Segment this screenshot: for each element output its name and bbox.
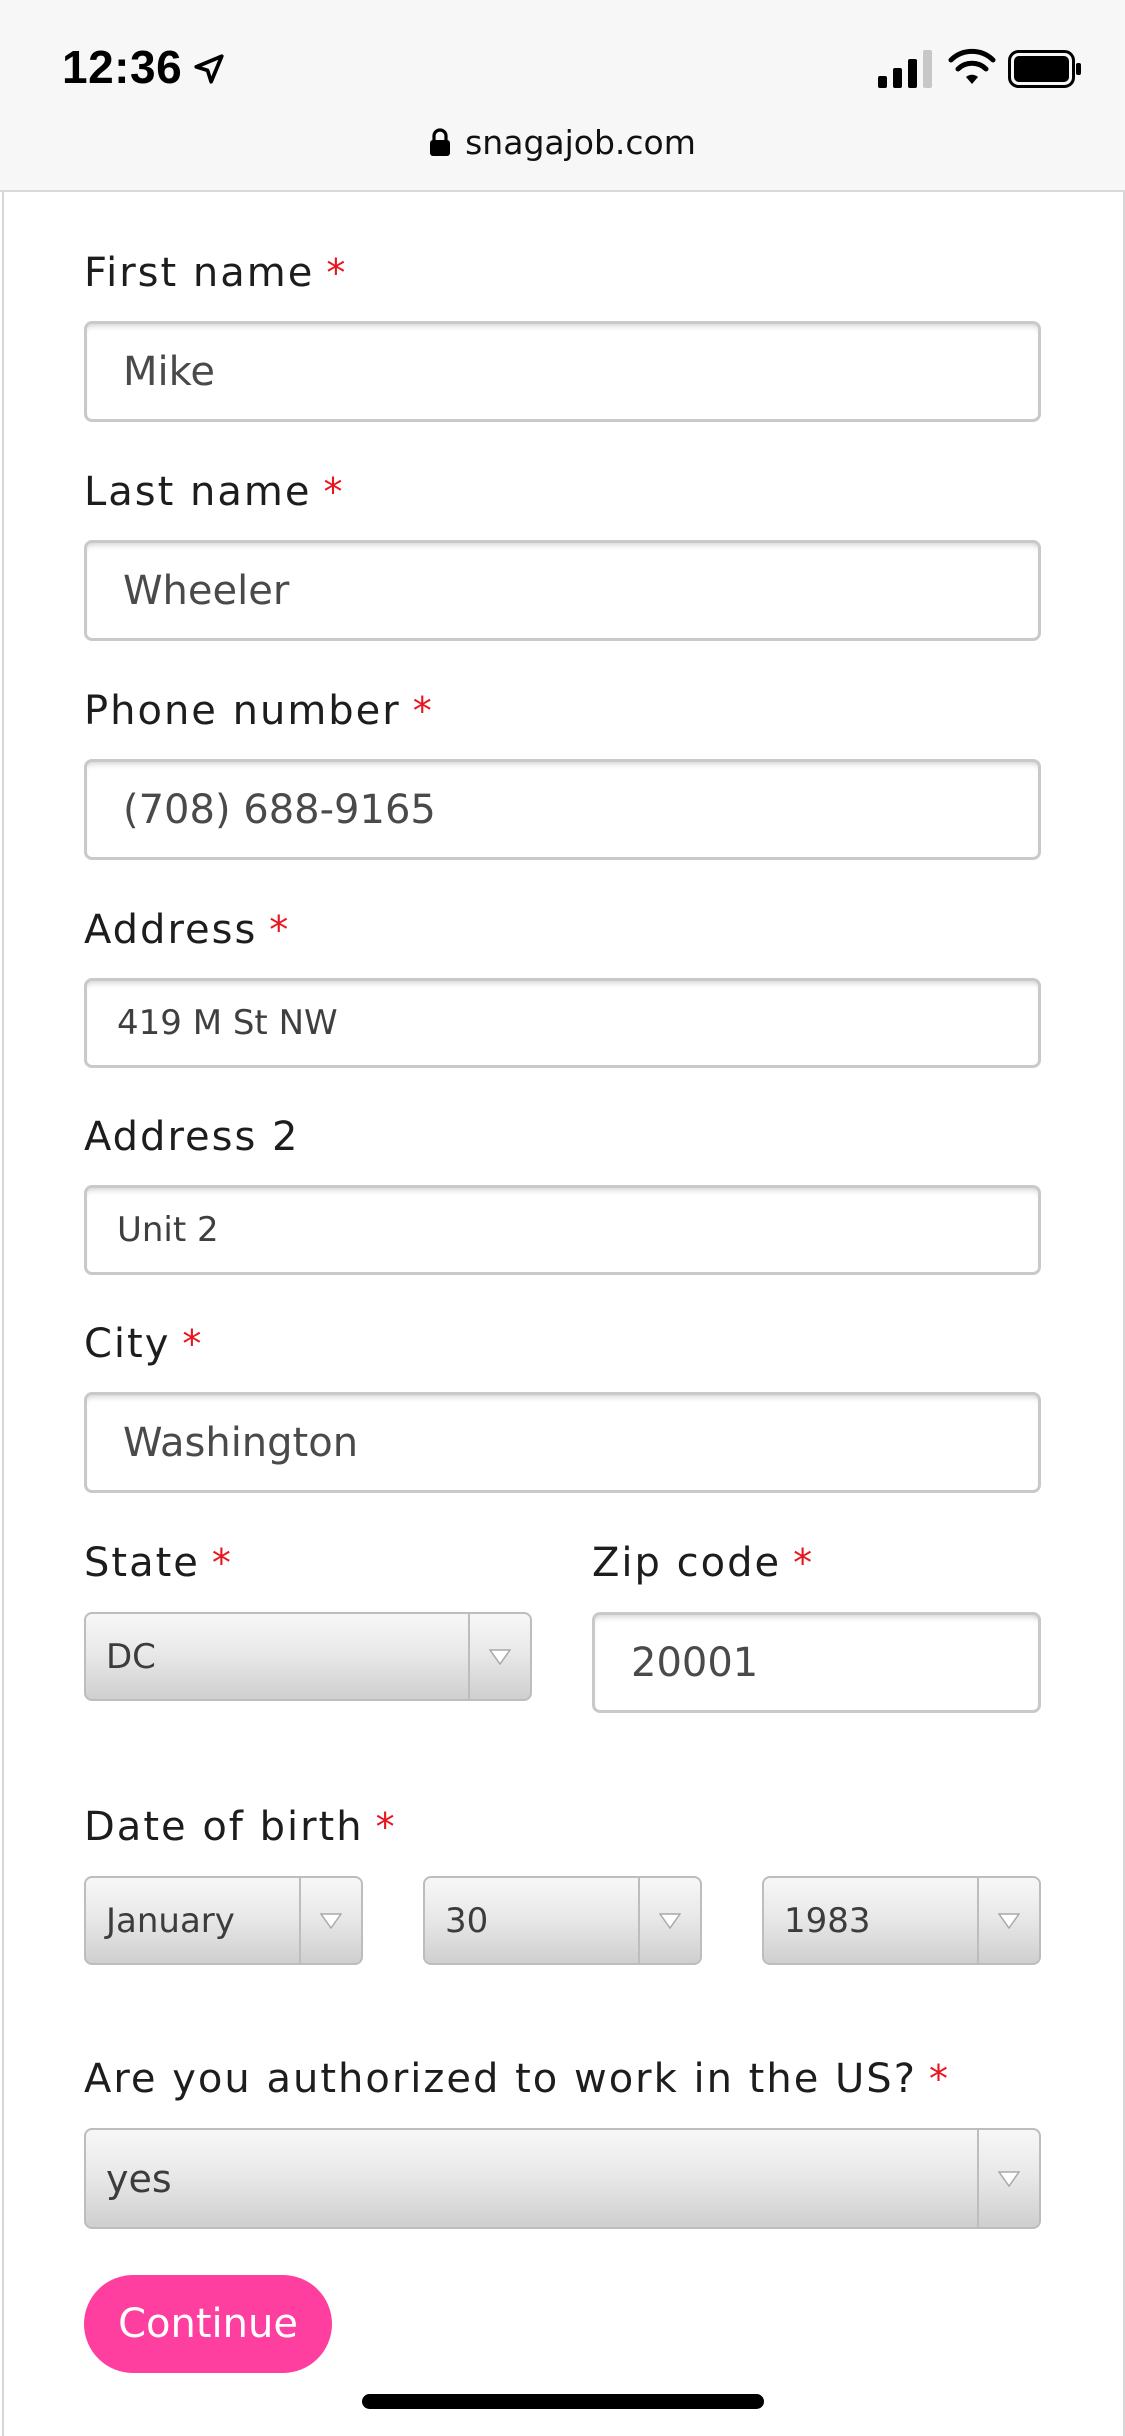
zip-code-label: Zip code * [592, 1540, 815, 1586]
chevron-down-icon [998, 2170, 1020, 2187]
address-2-label: Address 2 [84, 1114, 300, 1160]
wifi-icon [948, 48, 996, 84]
birth-day-arrow [638, 1878, 700, 1963]
required-marker: * [182, 1322, 204, 1366]
required-marker: * [211, 1541, 233, 1585]
work-authorization-arrow [977, 2130, 1039, 2227]
lock-icon [430, 128, 451, 156]
location-arrow-icon [194, 54, 224, 84]
state-label: State * [84, 1540, 233, 1586]
address-label: Address * [84, 907, 291, 953]
birth-year-select[interactable]: 1983 [762, 1876, 1041, 1965]
last-name-input[interactable]: Wheeler [84, 540, 1041, 641]
state-select[interactable]: DC [84, 1612, 532, 1701]
birth-month-select[interactable]: January [84, 1876, 363, 1965]
birth-day-select[interactable]: 30 [423, 1876, 702, 1965]
state-select-arrow [468, 1614, 530, 1699]
chevron-down-icon [489, 1648, 511, 1665]
url-bar[interactable]: snagajob.com [0, 118, 1125, 166]
city-label: City * [84, 1321, 204, 1367]
chevron-down-icon [320, 1912, 342, 1929]
address-input[interactable]: 419 M St NW [84, 978, 1041, 1068]
required-marker: * [323, 470, 345, 514]
last-name-label: Last name * [84, 469, 345, 515]
url-text: snagajob.com [465, 122, 696, 162]
chevron-down-icon [659, 1912, 681, 1929]
first-name-label: First name * [84, 250, 348, 296]
birth-year-arrow [977, 1878, 1039, 1963]
status-bar: 12:36 snagajob.com [0, 0, 1125, 192]
work-authorization-value: yes [106, 2156, 172, 2201]
birth-year-value: 1983 [784, 1900, 871, 1941]
phone-number-input[interactable]: (708) 688-9165 [84, 759, 1041, 860]
signal-icon [878, 50, 932, 88]
chevron-down-icon [998, 1912, 1020, 1929]
required-marker: * [269, 908, 291, 952]
required-marker: * [793, 1541, 815, 1585]
status-time: 12:36 [62, 41, 183, 93]
work-authorization-select[interactable]: yes [84, 2128, 1041, 2229]
home-indicator[interactable] [362, 2394, 764, 2409]
work-authorization-label: Are you authorized to work in the US? * [84, 2056, 950, 2102]
address-2-input[interactable]: Unit 2 [84, 1185, 1041, 1275]
birth-day-value: 30 [445, 1900, 489, 1941]
required-marker: * [928, 2057, 950, 2101]
required-marker: * [326, 251, 348, 295]
first-name-input[interactable]: Mike [84, 321, 1041, 422]
zip-code-input[interactable]: 20001 [592, 1612, 1041, 1713]
battery-icon [1008, 50, 1081, 88]
continue-button[interactable]: Continue [84, 2275, 332, 2373]
birth-month-value: January [106, 1900, 235, 1941]
required-marker: * [375, 1805, 397, 1849]
city-input[interactable]: Washington [84, 1392, 1041, 1493]
birth-month-arrow [299, 1878, 361, 1963]
phone-number-label: Phone number * [84, 688, 434, 734]
state-select-value: DC [106, 1636, 156, 1677]
date-of-birth-label: Date of birth * [84, 1804, 397, 1850]
required-marker: * [412, 689, 434, 733]
